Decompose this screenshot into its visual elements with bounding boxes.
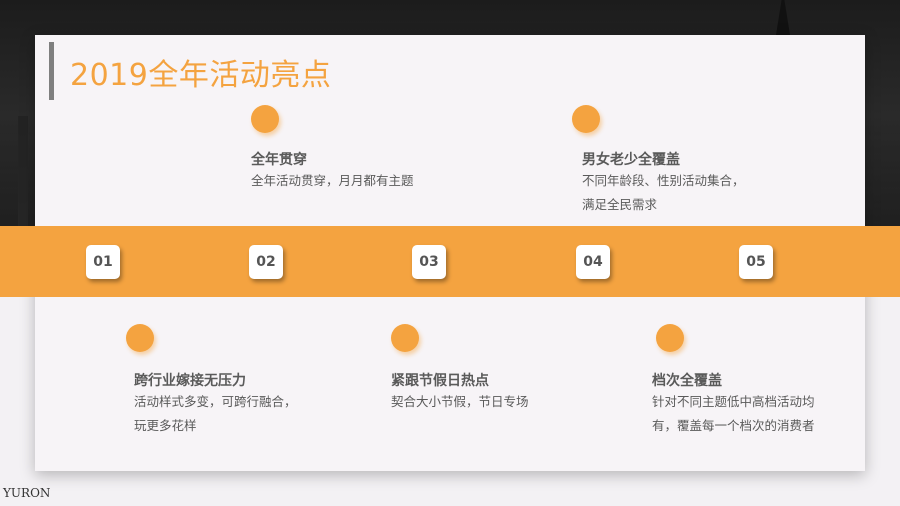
step-01-heading: 跨行业嫁接无压力 — [134, 373, 246, 389]
step-05-dot-icon — [656, 324, 684, 352]
step-number-05: 05 — [739, 245, 773, 279]
step-05-desc-line-2: 有，覆盖每一个档次的消费者 — [652, 418, 815, 433]
step-02-dot-icon — [251, 105, 279, 133]
step-02-heading: 全年贯穿 — [251, 152, 307, 168]
step-number-03: 03 — [412, 245, 446, 279]
step-01-desc-line-1: 活动样式多变，可跨行融合， — [134, 394, 297, 409]
step-03-heading: 紧跟节假日热点 — [391, 373, 489, 389]
step-04-desc-line-2: 满足全民需求 — [582, 197, 658, 212]
step-05-desc-line-1: 针对不同主题低中高档活动均 — [652, 394, 815, 409]
step-number-01: 01 — [86, 245, 120, 279]
step-01-dot-icon — [126, 324, 154, 352]
step-02-desc-line-1: 全年活动贯穿，月月都有主题 — [251, 173, 414, 188]
step-05-heading: 档次全覆盖 — [652, 373, 722, 389]
step-number-02: 02 — [249, 245, 283, 279]
watermark: YURON — [3, 486, 51, 500]
step-01-desc-line-2: 玩更多花样 — [134, 418, 197, 433]
step-04-dot-icon — [572, 105, 600, 133]
step-number-04: 04 — [576, 245, 610, 279]
step-04-desc-line-1: 不同年龄段、性别活动集合， — [582, 173, 745, 188]
page-title: 2019全年活动亮点 — [70, 58, 332, 93]
step-03-desc-line-1: 契合大小节假，节日专场 — [391, 394, 529, 409]
step-04-heading: 男女老少全覆盖 — [582, 152, 680, 168]
tower-silhouette — [776, 0, 790, 35]
title-accent-bar — [49, 42, 54, 100]
step-03-dot-icon — [391, 324, 419, 352]
